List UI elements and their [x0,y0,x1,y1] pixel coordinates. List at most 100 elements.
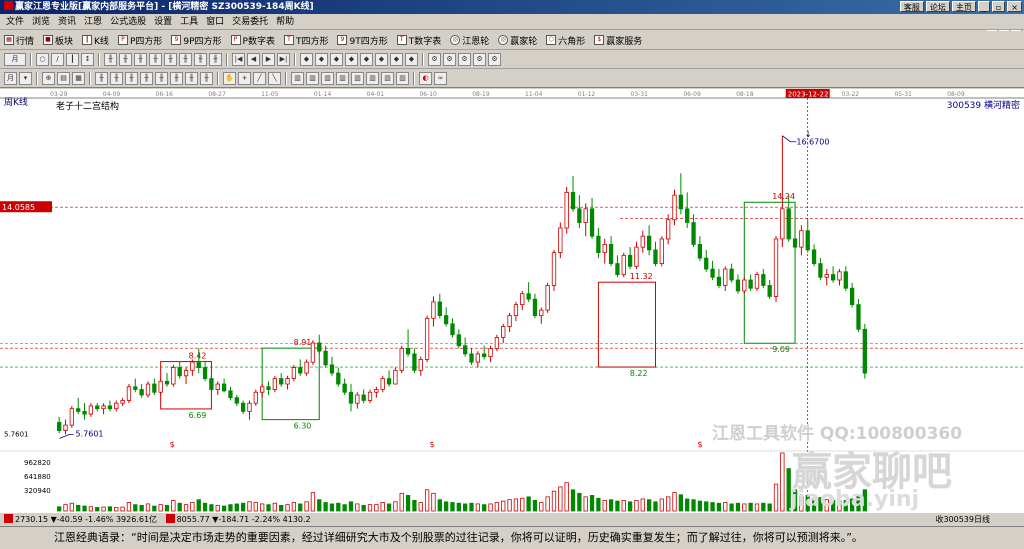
menu-file[interactable]: 文件 [2,14,28,29]
period-select[interactable]: 月 [4,53,26,66]
restore-icon[interactable]: ▫ [991,1,1006,12]
volume-bar [672,492,677,512]
circle-tool-icon[interactable]: ○ [36,53,49,66]
toolbar-hexagon[interactable]: ⬡ 六角形 [546,34,585,47]
menu-help[interactable]: 帮助 [272,14,298,29]
bar-tool-icon[interactable]: ┃ [66,53,79,66]
watermark-url: jiaoba.yinj [790,487,920,512]
diamond-icon[interactable]: ◆ [300,53,313,66]
bar-tool-icon[interactable]: ╫ [95,72,108,85]
bar-tool-icon[interactable]: ╫ [140,72,153,85]
chart-type-icon[interactable]: ▤ [57,72,70,85]
toolbar-gann-wheel[interactable]: ◎ 江恩轮 [450,34,489,47]
bar-tool-icon[interactable]: ▥ [321,72,334,85]
separator [217,72,219,85]
gear-icon[interactable]: ⚙ [458,53,471,66]
toolbar-service[interactable]: $ 赢家服务 [594,34,642,47]
toolbar-p-number[interactable]: P P数字表 [230,34,275,47]
volume-bar [253,502,258,512]
toolbar-winner-wheel[interactable]: ◎ 赢家轮 [498,34,537,47]
menu-window[interactable]: 窗口 [202,14,228,29]
bar-tool-icon[interactable]: ╫ [164,53,177,66]
diamond-icon[interactable]: ◆ [315,53,328,66]
volume-bar [754,503,760,512]
toolbar-blocks[interactable]: ■ 板块 [43,34,73,47]
grid-icon[interactable]: ▦ [72,72,85,85]
menu-browse[interactable]: 浏览 [28,14,54,29]
bar-tool-icon[interactable]: ╫ [209,53,222,66]
gear-icon[interactable]: ⚙ [443,53,456,66]
dropdown-icon[interactable]: ▾ [19,72,32,85]
toolbar-p-square[interactable]: P P四方形 [117,34,162,47]
first-icon[interactable]: |◀ [232,53,245,66]
gear-icon[interactable]: ⚙ [488,53,501,66]
toolbar-quotes[interactable]: ▦ 行情 [4,34,34,47]
toolbar-t-number[interactable]: T T数字表 [396,34,441,47]
bar-tool-icon[interactable]: ▥ [366,72,379,85]
bar-tool-icon[interactable]: ╫ [170,72,183,85]
menu-trade[interactable]: 交易委托 [228,14,272,29]
separator [36,72,38,85]
bar-tool-icon[interactable]: ╫ [119,53,132,66]
gear-icon[interactable]: ⚙ [428,53,441,66]
last-icon[interactable]: ▶| [277,53,290,66]
diamond-icon[interactable]: ◆ [345,53,358,66]
period-month-icon[interactable]: 月 [4,72,17,85]
bar-tool-icon[interactable]: ╫ [155,72,168,85]
bar-tool-icon[interactable]: ╫ [110,72,123,85]
bar-tool-icon[interactable]: ╫ [185,72,198,85]
toolbar-kline[interactable]: ┃ K线 [82,34,109,47]
bar-tool-icon[interactable]: ▥ [396,72,409,85]
candle-body [805,230,810,251]
menu-news[interactable]: 资讯 [54,14,80,29]
bar-tool-icon[interactable]: ▥ [381,72,394,85]
bar-tool-icon[interactable]: ▥ [291,72,304,85]
bar-tool-icon[interactable]: ╫ [134,53,147,66]
bar-tool-icon[interactable]: ╫ [125,72,138,85]
menu-gann[interactable]: 江恩 [80,14,106,29]
menu-settings[interactable]: 设置 [150,14,176,29]
zoom-icon[interactable]: ⊕ [42,72,55,85]
diamond-icon[interactable]: ◆ [405,53,418,66]
infinity-icon[interactable]: ∞ [434,72,447,85]
toolbar-9t-square[interactable]: 9 9T四方形 [337,34,388,47]
bar-tool-icon[interactable]: ╫ [194,53,207,66]
bar-tool-icon[interactable]: ▥ [306,72,319,85]
candle-body [374,389,379,393]
arrow-tool-icon[interactable]: ↕ [81,53,94,66]
line-tool-icon[interactable]: / [51,53,64,66]
minimize-icon[interactable]: _ [977,1,990,12]
forum-button[interactable]: 论坛 [925,1,950,12]
diamond-icon[interactable]: ◆ [375,53,388,66]
line-tool-icon[interactable]: ╱ [253,72,266,85]
bar-tool-icon[interactable]: ▥ [336,72,349,85]
menu-formula[interactable]: 公式选股 [106,14,150,29]
winner-wheel-icon: ◎ [498,35,509,45]
toolbar-t-square[interactable]: T T四方形 [283,34,328,47]
gear-icon[interactable]: ⚙ [473,53,486,66]
bar-tool-icon[interactable]: ╫ [200,72,213,85]
chart-area[interactable]: 03-29 04-09 06-16 08-27 11-05 01-14 04-01 06-10… [0,89,1024,512]
close-icon[interactable]: × [1007,1,1022,12]
menu-tools[interactable]: 工具 [176,14,202,29]
app-icon [4,1,13,10]
candle-body [247,402,252,412]
toolbar-9p-square[interactable]: 9 9P四方形 [171,34,222,47]
hand-icon[interactable]: ✋ [223,72,236,85]
bar-tool-icon[interactable]: ╫ [104,53,117,66]
next-icon[interactable]: ▶ [262,53,275,66]
diamond-icon[interactable]: ◆ [360,53,373,66]
bar-tool-icon[interactable]: ╫ [149,53,162,66]
line-tool-icon[interactable]: ╲ [268,72,281,85]
cross-icon[interactable]: + [238,72,251,85]
bar-tool-icon[interactable]: ▥ [351,72,364,85]
home-button[interactable]: 主页 [951,1,976,12]
prev-icon[interactable]: ◀ [247,53,260,66]
pie-icon[interactable]: ◐ [419,72,432,85]
service-button[interactable]: 客服 [899,1,924,12]
diamond-icon[interactable]: ◆ [330,53,343,66]
diamond-icon[interactable]: ◆ [390,53,403,66]
candle-body [209,378,214,390]
bar-tool-icon[interactable]: ╫ [179,53,192,66]
volume-bar [329,503,335,512]
